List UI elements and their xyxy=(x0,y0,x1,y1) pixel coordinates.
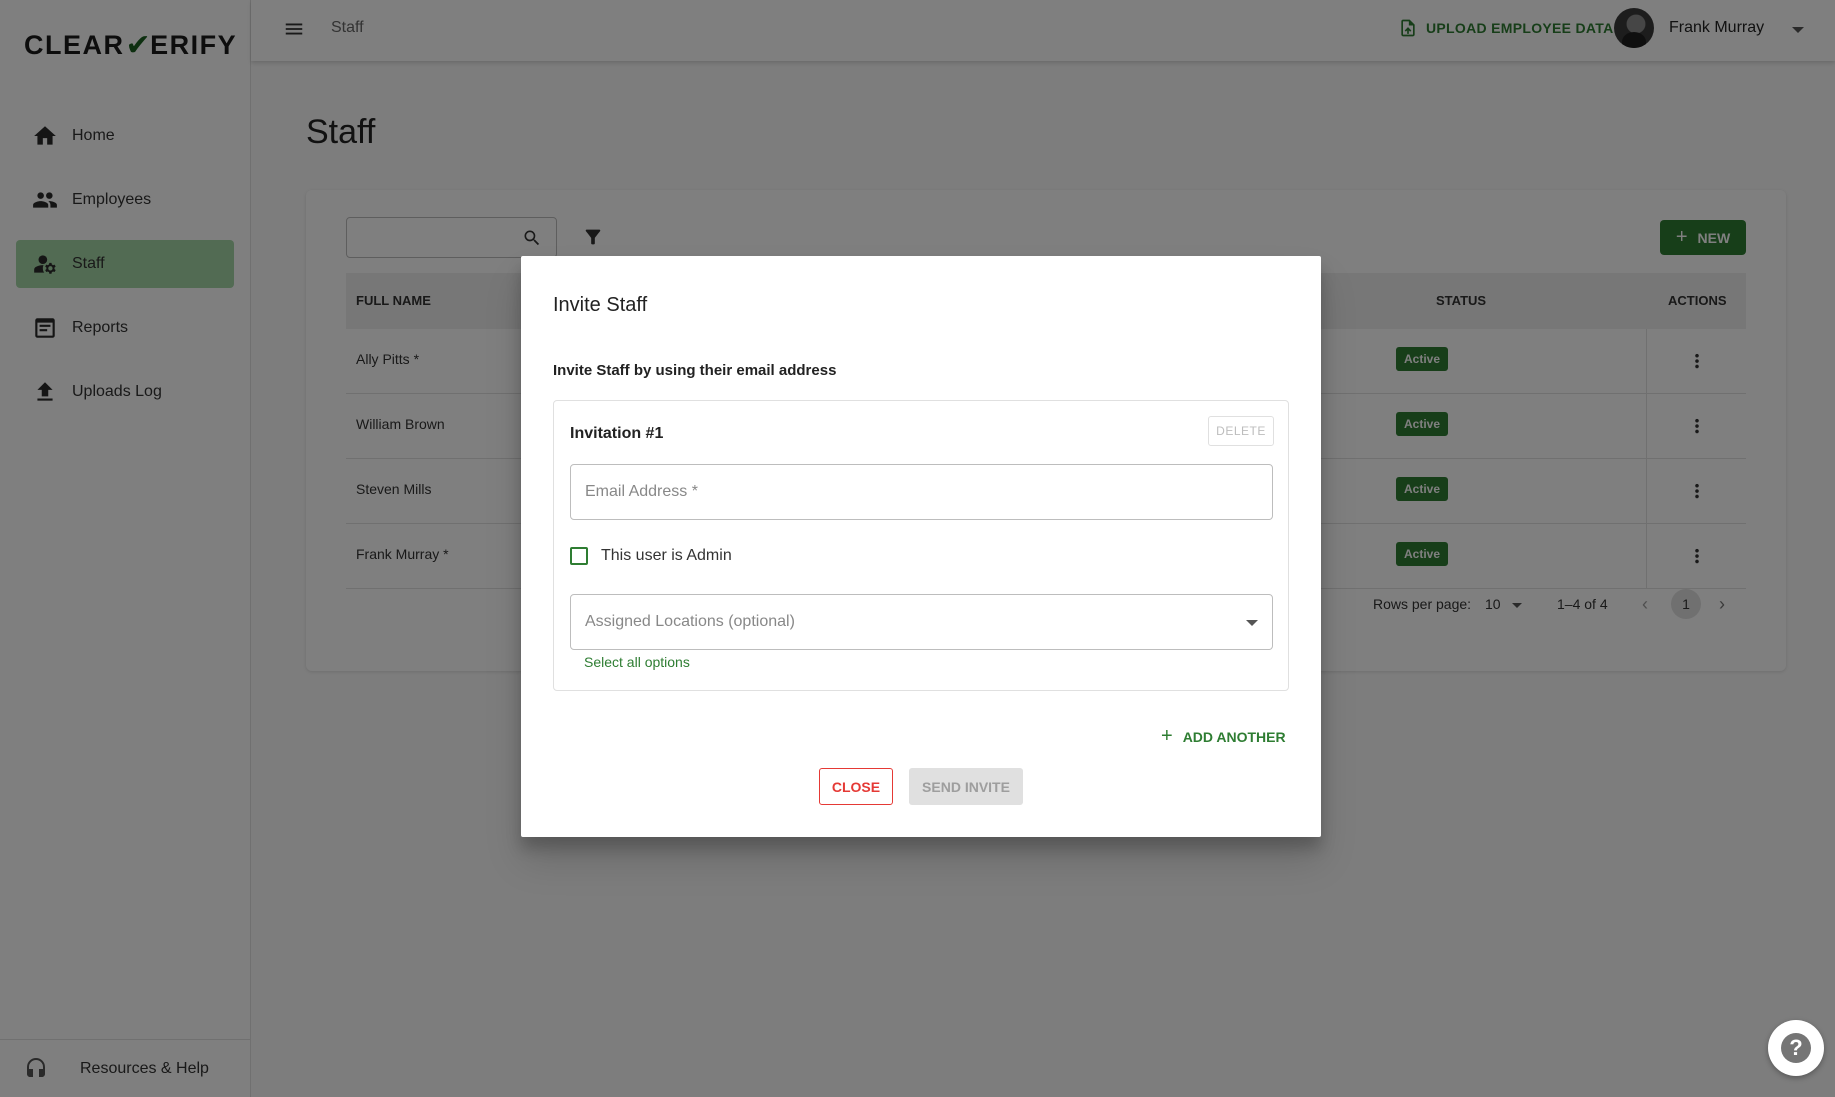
delete-invitation-button[interactable]: DELETE xyxy=(1208,416,1274,446)
dialog-title: Invite Staff xyxy=(553,294,648,316)
admin-checkbox-row[interactable]: This user is Admin xyxy=(570,547,732,565)
close-button[interactable]: CLOSE xyxy=(819,768,893,805)
admin-checkbox[interactable] xyxy=(570,547,588,565)
locations-placeholder: Assigned Locations (optional) xyxy=(585,613,795,630)
add-another-button[interactable]: + ADD ANOTHER xyxy=(1161,725,1286,748)
chevron-down-icon xyxy=(1246,620,1258,626)
add-another-label: ADD ANOTHER xyxy=(1182,728,1286,745)
admin-checkbox-label: This user is Admin xyxy=(601,547,732,564)
plus-icon: + xyxy=(1161,725,1173,747)
email-placeholder: Email Address * xyxy=(585,483,698,500)
send-invite-button[interactable]: SEND INVITE xyxy=(909,768,1023,805)
help-icon: ? xyxy=(1781,1033,1811,1063)
email-field[interactable]: Email Address * xyxy=(570,464,1273,520)
dialog-subtitle: Invite Staff by using their email addres… xyxy=(553,362,837,379)
invite-staff-dialog: Invite Staff Invite Staff by using their… xyxy=(521,256,1321,837)
invitation-card: Invitation #1 DELETE Email Address * Thi… xyxy=(553,400,1289,691)
invitation-title: Invitation #1 xyxy=(570,425,664,442)
select-all-options-link[interactable]: Select all options xyxy=(584,654,690,670)
help-button[interactable]: ? xyxy=(1768,1020,1824,1076)
assigned-locations-select[interactable]: Assigned Locations (optional) xyxy=(570,594,1273,650)
